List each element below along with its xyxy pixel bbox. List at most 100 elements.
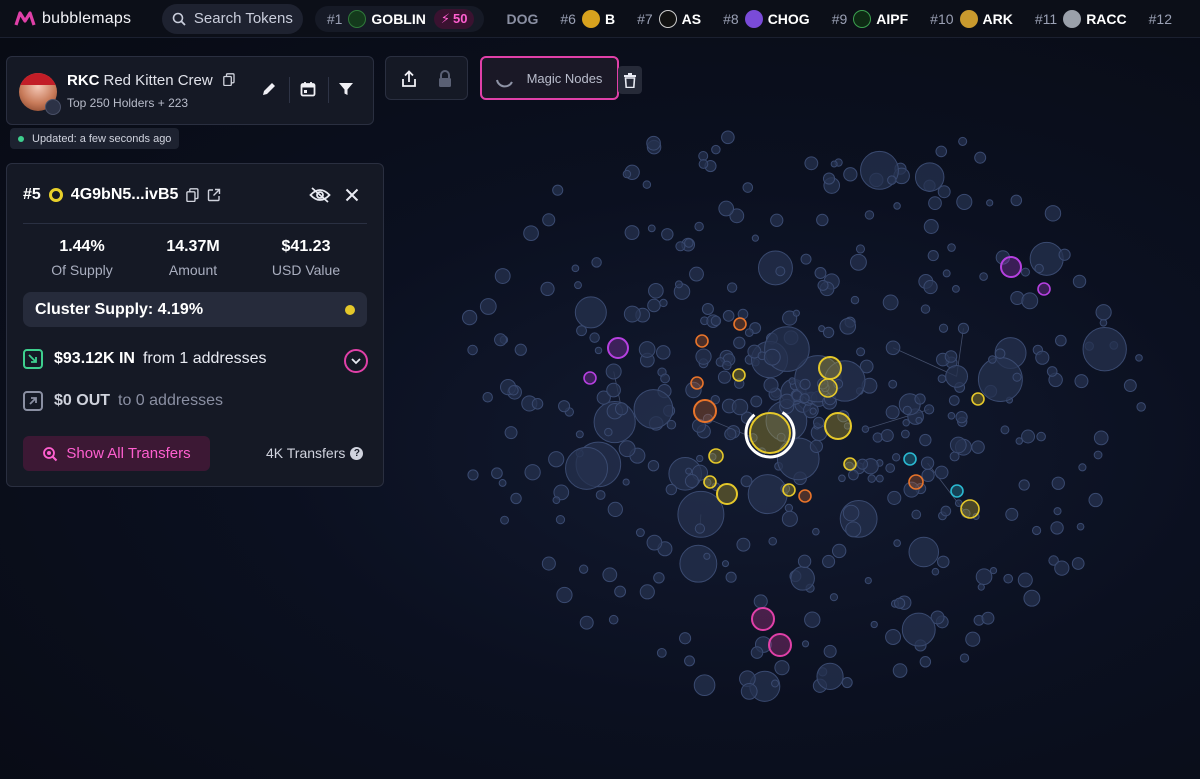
- holder-bubble[interactable]: [1020, 267, 1030, 277]
- ticker-item-racc[interactable]: #11 RACC: [1035, 9, 1127, 28]
- holder-bubble[interactable]: [771, 679, 780, 688]
- holder-bubble[interactable]: [965, 631, 981, 647]
- cluster-bubble[interactable]: [798, 489, 812, 503]
- holder-bubble[interactable]: [920, 304, 931, 314]
- holder-bubble[interactable]: [674, 280, 683, 289]
- holder-bubble[interactable]: [893, 597, 906, 609]
- holder-bubble[interactable]: [753, 594, 768, 609]
- holder-bubble[interactable]: [839, 317, 857, 335]
- holder-bubble[interactable]: [694, 523, 706, 534]
- holder-bubble[interactable]: [1082, 327, 1127, 372]
- cluster-bubble[interactable]: [903, 452, 917, 466]
- holder-bubble[interactable]: [1036, 431, 1046, 442]
- holder-bubble[interactable]: [694, 221, 704, 232]
- holder-bubble[interactable]: [931, 567, 940, 576]
- ticker-item-b[interactable]: #6 B: [560, 9, 615, 28]
- holder-bubble[interactable]: [740, 682, 758, 700]
- holder-bubble[interactable]: [971, 440, 985, 454]
- holder-bubble[interactable]: [1010, 194, 1023, 207]
- holder-bubble[interactable]: [639, 584, 655, 600]
- cluster-bubble[interactable]: [732, 368, 746, 382]
- holder-bubble[interactable]: [812, 416, 825, 429]
- filter-button[interactable]: [332, 75, 360, 103]
- holder-bubble[interactable]: [711, 144, 721, 155]
- holder-bubble[interactable]: [578, 564, 589, 574]
- holder-bubble[interactable]: [816, 662, 844, 690]
- holder-bubble[interactable]: [1032, 525, 1042, 536]
- cluster-supply-bar[interactable]: Cluster Supply: 4.19%: [23, 292, 367, 327]
- holder-bubble[interactable]: [1023, 589, 1041, 607]
- holder-bubble[interactable]: [689, 266, 704, 282]
- holder-bubble[interactable]: [856, 458, 869, 470]
- holder-bubble[interactable]: [510, 492, 522, 505]
- holder-bubble[interactable]: [955, 411, 968, 424]
- holder-bubble[interactable]: [642, 180, 652, 189]
- holder-bubble[interactable]: [574, 296, 607, 329]
- cluster-bubble[interactable]: [716, 483, 738, 505]
- holder-bubble[interactable]: [814, 267, 827, 279]
- cluster-bubble[interactable]: [751, 607, 775, 631]
- ticker-item-chog[interactable]: #8 CHOG: [723, 9, 810, 28]
- cluster-bubble[interactable]: [733, 317, 747, 331]
- holder-bubble[interactable]: [921, 468, 935, 483]
- holder-bubble[interactable]: [864, 577, 872, 585]
- holder-bubble[interactable]: [841, 677, 853, 689]
- holder-bubble[interactable]: [508, 385, 519, 396]
- holder-bubble[interactable]: [974, 151, 987, 164]
- holder-bubble[interactable]: [1012, 372, 1022, 382]
- holder-bubble[interactable]: [864, 210, 875, 220]
- holder-bubble[interactable]: [721, 130, 735, 145]
- holder-bubble[interactable]: [607, 501, 623, 518]
- ticker-item-goblin[interactable]: #1 GOBLIN ⚡ 50: [314, 5, 485, 32]
- holder-bubble[interactable]: [856, 347, 866, 357]
- holder-bubble[interactable]: [1078, 463, 1087, 472]
- holder-bubble[interactable]: [751, 234, 759, 242]
- holder-bubble[interactable]: [1046, 366, 1058, 377]
- holder-bubble[interactable]: [956, 193, 973, 210]
- ticker-item-as[interactable]: #7 AS: [637, 9, 701, 28]
- holder-bubble[interactable]: [623, 305, 641, 323]
- delete-button[interactable]: [618, 66, 642, 94]
- cluster-bubble[interactable]: [818, 356, 842, 380]
- holder-bubble[interactable]: [548, 451, 565, 468]
- holder-bubble[interactable]: [571, 264, 580, 273]
- holder-bubble[interactable]: [1088, 492, 1103, 508]
- holder-bubble[interactable]: [861, 425, 870, 433]
- holder-bubble[interactable]: [892, 663, 908, 678]
- holder-bubble[interactable]: [552, 496, 561, 505]
- ticker-item-12[interactable]: #12: [1149, 11, 1178, 27]
- inflow-row[interactable]: $93.12K IN from 1 addresses: [23, 349, 267, 369]
- holder-bubble[interactable]: [606, 382, 621, 398]
- copy-icon[interactable]: [223, 73, 235, 87]
- cluster-bubble[interactable]: [749, 412, 791, 454]
- holder-bubble[interactable]: [850, 253, 867, 271]
- holder-bubble[interactable]: [726, 282, 738, 293]
- holder-bubble[interactable]: [575, 430, 584, 439]
- holder-bubble[interactable]: [565, 446, 609, 490]
- holder-bubble[interactable]: [698, 150, 709, 161]
- holder-bubble[interactable]: [994, 348, 1006, 359]
- cluster-bubble[interactable]: [782, 483, 796, 497]
- holder-bubble[interactable]: [479, 298, 497, 315]
- holder-bubble[interactable]: [902, 419, 910, 427]
- holder-bubble[interactable]: [591, 257, 602, 268]
- holder-bubble[interactable]: [951, 284, 960, 293]
- holder-bubble[interactable]: [792, 309, 800, 317]
- holder-bubble[interactable]: [959, 653, 970, 663]
- holder-bubble[interactable]: [763, 377, 779, 393]
- holder-bubble[interactable]: [830, 160, 838, 168]
- holder-bubble[interactable]: [514, 343, 527, 356]
- help-icon[interactable]: ?: [350, 446, 364, 460]
- holder-bubble[interactable]: [942, 269, 951, 278]
- holder-bubble[interactable]: [684, 474, 699, 489]
- holder-bubble[interactable]: [589, 332, 600, 343]
- holder-bubble[interactable]: [724, 427, 737, 441]
- holder-bubble[interactable]: [944, 350, 958, 363]
- holder-bubble[interactable]: [1017, 572, 1033, 588]
- cluster-bubble[interactable]: [690, 376, 704, 390]
- holder-bubble[interactable]: [1044, 205, 1062, 222]
- holder-bubble[interactable]: [923, 279, 938, 295]
- holder-bubble[interactable]: [1093, 450, 1103, 460]
- holder-bubble[interactable]: [524, 464, 541, 481]
- holder-bubble[interactable]: [605, 363, 622, 380]
